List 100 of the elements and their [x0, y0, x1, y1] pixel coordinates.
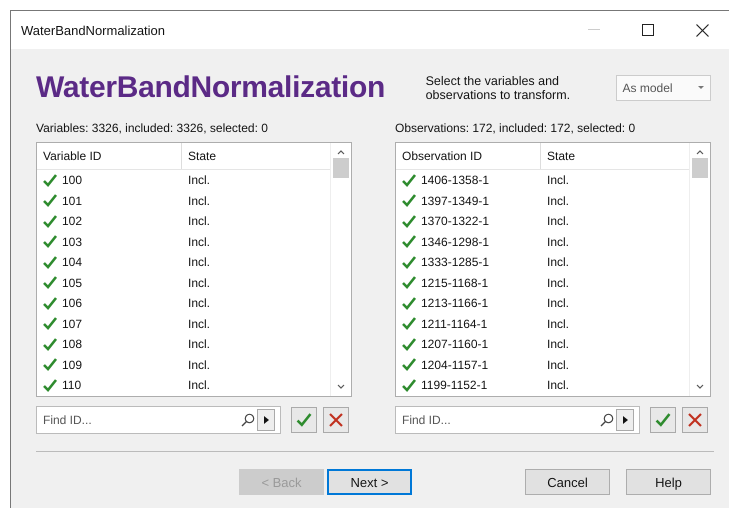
instruction-text: Select the variables and observations to transform. — [426, 74, 572, 102]
check-icon — [402, 174, 416, 187]
id-cell: 106 — [62, 296, 82, 310]
state-cell-text: Incl. — [187, 276, 210, 290]
check-icon — [655, 413, 671, 427]
id-cell: 1204-1157-1 — [421, 358, 488, 372]
scroll-up-icon[interactable] — [696, 149, 704, 155]
state-cell-text: Incl. — [187, 234, 210, 249]
check-icon — [43, 276, 57, 290]
dialog-heading: WaterBandNormalization — [36, 71, 386, 105]
check-icon — [402, 358, 416, 372]
state-cell-text: Incl. — [546, 337, 570, 352]
check-icon — [43, 338, 57, 351]
cross-icon — [688, 413, 702, 427]
id-cell: 107 — [62, 316, 82, 331]
include-button[interactable] — [650, 407, 676, 433]
scrollbar-thumb[interactable] — [692, 158, 708, 178]
check-icon — [402, 256, 416, 269]
id-cell: 1406-1358-1 — [421, 173, 490, 188]
check-icon — [43, 358, 57, 372]
state-cell-text: Incl. — [546, 358, 570, 372]
id-cell: 1397-1349-1 — [421, 194, 490, 208]
check-icon — [43, 256, 57, 269]
find-field[interactable]: Find ID... — [395, 406, 640, 434]
scrollbar[interactable] — [689, 143, 710, 396]
id-cell: 109 — [62, 358, 82, 372]
dialog-button[interactable]: Next > — [326, 469, 412, 495]
maximize-icon[interactable] — [642, 24, 654, 36]
state-cell-text: Incl. — [187, 255, 210, 270]
state-cell-text: Incl. — [187, 194, 210, 208]
state-cell-text: Incl. — [187, 173, 210, 188]
state-cell-text: Incl. — [546, 234, 570, 249]
state-cell-text: Incl. — [187, 378, 210, 392]
id-cell: 1207-1160-1 — [421, 337, 488, 352]
cross-icon — [329, 413, 343, 427]
id-cell: 105 — [62, 276, 82, 290]
state-cell-text: Incl. — [546, 194, 570, 208]
window-title: WaterBandNormalization — [21, 22, 166, 38]
id-cell: 101 — [62, 194, 82, 208]
state-cell-text: Incl. — [187, 214, 210, 228]
id-cell: 100 — [62, 173, 82, 188]
check-icon — [43, 214, 57, 228]
search-icon — [600, 413, 614, 427]
id-cell: 1333-1285-1 — [421, 255, 490, 270]
check-icon — [43, 317, 57, 330]
search-icon — [241, 413, 255, 427]
column-header[interactable]: Observation ID — [396, 143, 541, 169]
check-icon — [43, 378, 57, 392]
check-icon — [402, 338, 416, 351]
state-cell-text: Incl. — [187, 316, 210, 331]
scrollbar-thumb[interactable] — [333, 158, 349, 178]
scroll-down-icon[interactable] — [337, 384, 345, 390]
id-cell: 104 — [62, 255, 82, 270]
state-cell-text: Incl. — [546, 316, 570, 331]
id-cell: 1370-1322-1 — [421, 214, 490, 228]
state-cell-text: Incl. — [187, 337, 210, 352]
check-icon — [43, 194, 57, 208]
state-cell-text: Incl. — [187, 296, 210, 310]
close-icon[interactable] — [696, 24, 708, 36]
include-button[interactable] — [291, 407, 317, 433]
id-cell: 1211-1164-1 — [421, 316, 488, 331]
id-cell: 103 — [62, 234, 82, 249]
check-icon — [402, 214, 416, 228]
id-cell: 108 — [62, 337, 82, 352]
check-icon — [43, 296, 57, 310]
state-cell-text: Incl. — [546, 378, 570, 392]
state-cell-text: Incl. — [187, 358, 210, 372]
state-cell-text: Incl. — [546, 296, 570, 310]
check-icon — [402, 296, 416, 310]
dropdown-arrow-icon — [698, 86, 704, 90]
state-cell-text: Incl. — [546, 255, 570, 270]
id-cell: 1215-1168-1 — [421, 276, 488, 290]
check-icon — [402, 378, 416, 392]
mode-dropdown[interactable]: As model — [616, 75, 712, 101]
state-cell-text: Incl. — [546, 276, 570, 290]
count-summary: Observations: 172, included: 172, selected: 0 — [395, 121, 636, 137]
id-cell: 1199-1152-1 — [421, 378, 488, 392]
state-cell-text: Incl. — [546, 214, 570, 228]
exclude-button[interactable] — [323, 407, 349, 433]
id-cell: 1213-1166-1 — [421, 296, 488, 310]
check-icon — [296, 413, 312, 427]
check-icon — [43, 235, 57, 248]
dialog-button[interactable]: Help — [626, 469, 711, 495]
exclude-button[interactable] — [682, 407, 708, 433]
id-cell: 110 — [62, 378, 82, 392]
count-summary: Variables: 3326, included: 3326, selected: 0 — [36, 121, 269, 137]
dialog-button[interactable]: Cancel — [525, 469, 610, 495]
column-header[interactable]: State — [182, 143, 216, 169]
id-cell: 102 — [62, 214, 82, 228]
find-field[interactable]: Find ID... — [36, 406, 281, 434]
scroll-up-icon[interactable] — [337, 149, 345, 155]
check-icon — [402, 317, 416, 330]
column-header[interactable]: State — [541, 143, 576, 169]
column-header[interactable]: Variable ID — [37, 143, 182, 169]
scrollbar[interactable] — [330, 143, 351, 396]
check-icon — [402, 194, 416, 208]
state-cell-text: Incl. — [546, 173, 570, 188]
scroll-down-icon[interactable] — [696, 384, 704, 390]
check-icon — [402, 276, 416, 290]
check-icon — [43, 174, 57, 187]
